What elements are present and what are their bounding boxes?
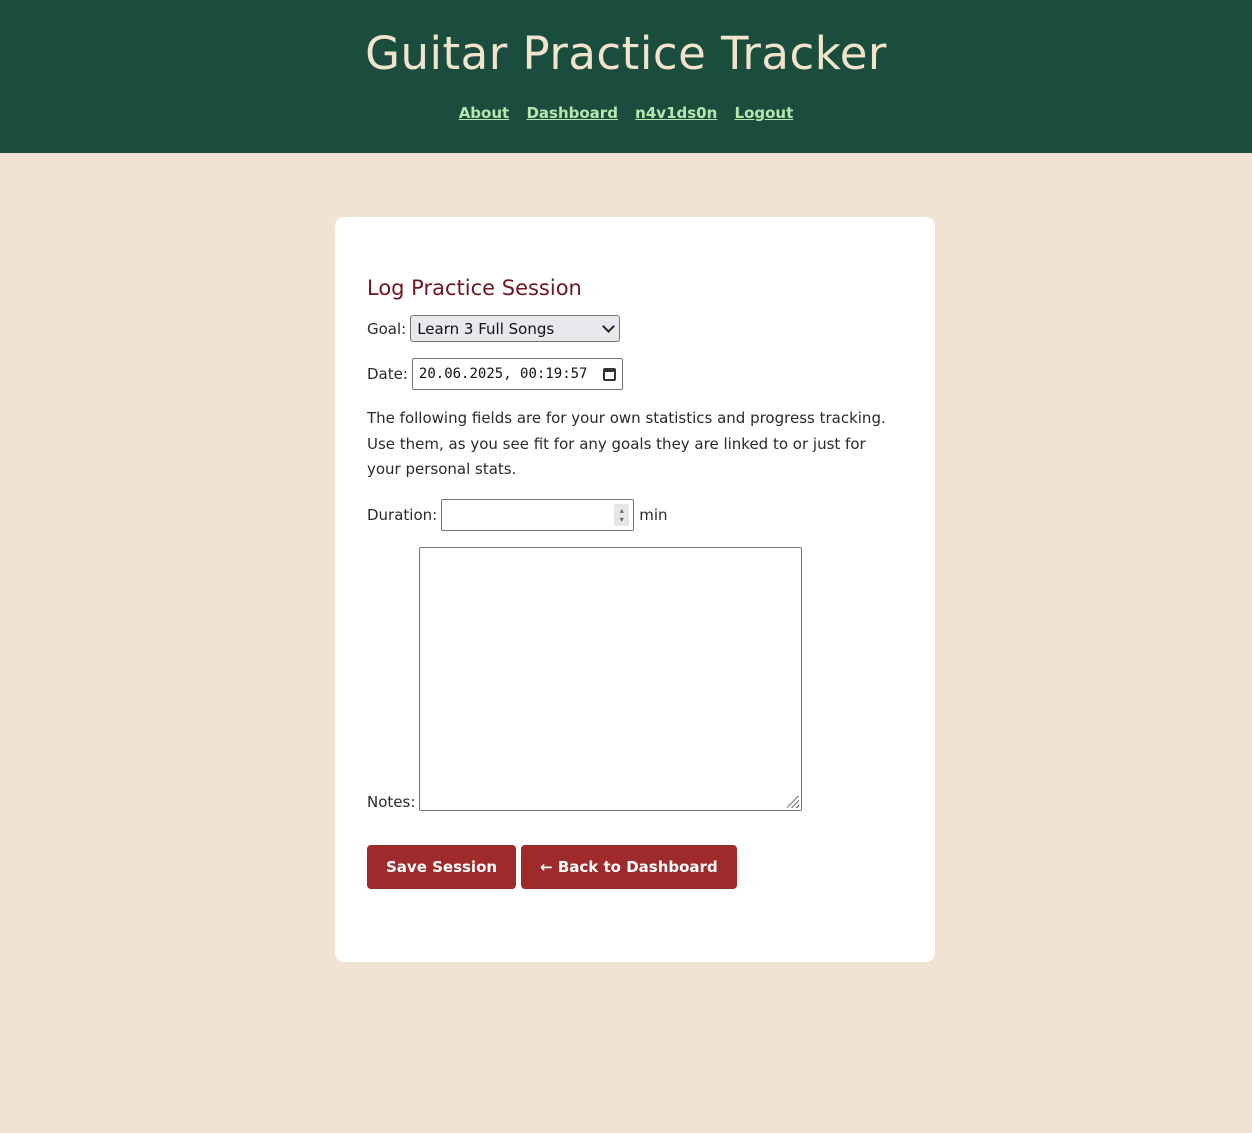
date-input[interactable]: 20.06.2025, 00:19:57 (411, 358, 623, 390)
nav-link-dashboard[interactable]: Dashboard (526, 104, 617, 122)
duration-unit: min (639, 505, 668, 524)
info-text: The following fields are for your own st… (367, 409, 886, 478)
main-nav: About Dashboard n4v1ds0n Logout (0, 104, 1252, 122)
site-title: Guitar Practice Tracker (365, 27, 887, 80)
resize-grip-icon[interactable] (787, 795, 800, 808)
nav-link-profile[interactable]: n4v1ds0n (635, 104, 717, 122)
spinner-down-icon[interactable]: ▾ (620, 515, 624, 524)
nav-link-about[interactable]: About (459, 104, 510, 122)
notes-row: Notes: (367, 546, 903, 811)
goal-label: Goal: (367, 319, 407, 338)
notes-textarea[interactable] (419, 546, 803, 811)
duration-row: Duration: ▴ ▾ min (367, 498, 903, 531)
number-spinner[interactable]: ▴ ▾ (614, 503, 630, 526)
date-row: Date: 20.06.2025, 00:19:57 (367, 358, 903, 390)
goal-select[interactable]: Learn 3 Full Songs (410, 315, 621, 342)
back-to-dashboard-button[interactable]: ← Back to Dashboard (521, 844, 737, 889)
duration-input[interactable]: ▴ ▾ (441, 498, 635, 531)
goal-select-value: Learn 3 Full Songs (417, 319, 555, 338)
duration-label: Duration: (367, 505, 438, 524)
goal-row: Goal: Learn 3 Full Songs (367, 315, 903, 342)
save-session-button[interactable]: Save Session (367, 844, 517, 889)
spinner-up-icon[interactable]: ▴ (620, 506, 624, 515)
chevron-down-icon (602, 320, 616, 333)
date-input-value: 20.06.2025, 00:19:57 (418, 366, 588, 382)
notes-label: Notes: (367, 792, 416, 811)
log-session-card: Log Practice Session Goal: Learn 3 Full … (335, 217, 935, 962)
nav-link-logout[interactable]: Logout (735, 104, 794, 122)
form-actions: Save Session ← Back to Dashboard (367, 844, 903, 889)
date-label: Date: (367, 365, 408, 383)
site-header: Guitar Practice Tracker About Dashboard … (0, 0, 1252, 153)
calendar-icon[interactable] (602, 367, 616, 381)
form-title: Log Practice Session (367, 276, 582, 300)
